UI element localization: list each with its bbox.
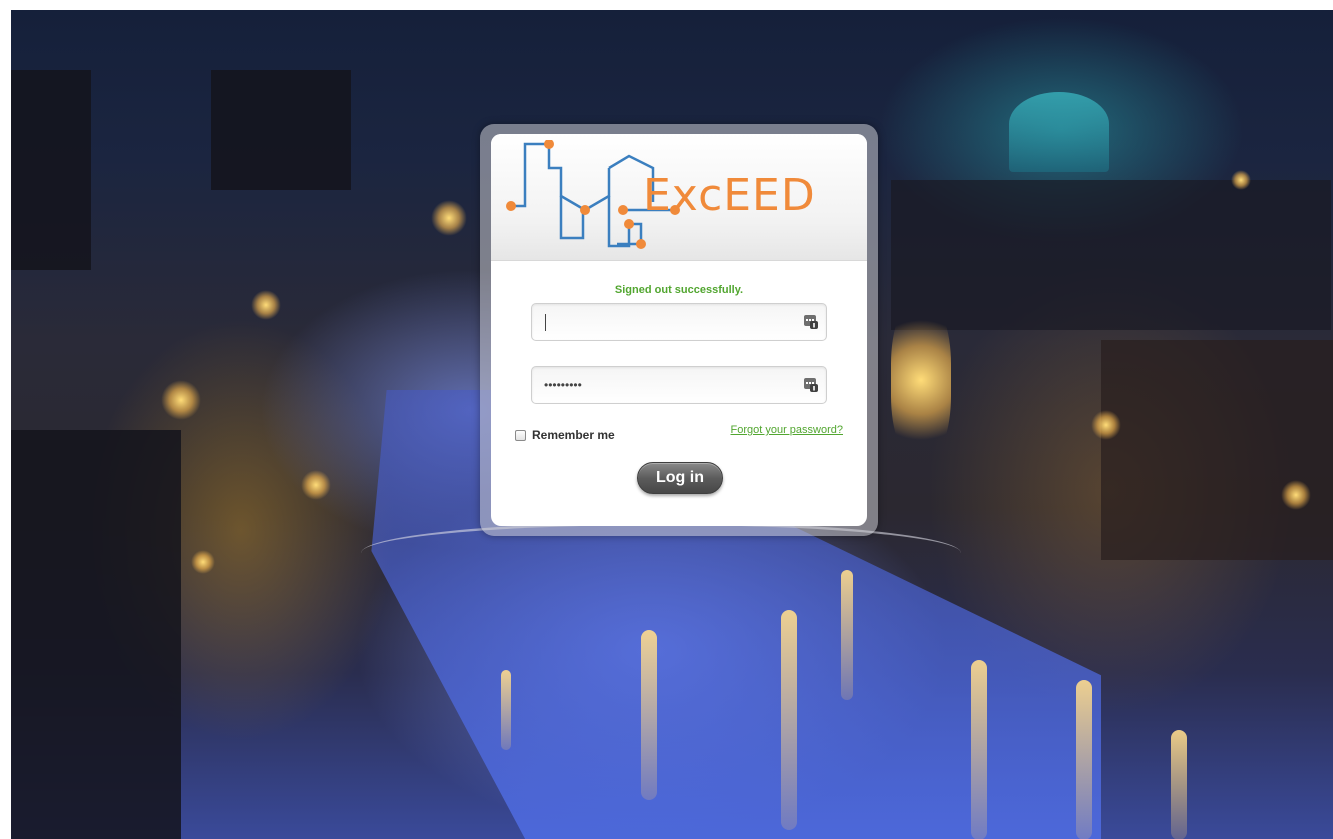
key-credential-icon: [804, 315, 818, 329]
domed-building: [1009, 92, 1109, 172]
login-page: ExcEED Signed out successfully. ••••••••…: [0, 0, 1333, 839]
remember-me-checkbox[interactable]: [515, 430, 526, 441]
email-input[interactable]: [532, 304, 816, 340]
login-button[interactable]: Log in: [637, 462, 723, 494]
email-field[interactable]: [531, 303, 827, 341]
password-input[interactable]: [532, 367, 816, 403]
key-credential-icon: [804, 378, 818, 392]
remember-me-label: Remember me: [532, 428, 615, 442]
card-header: ExcEED: [491, 134, 867, 261]
logo-wordmark: ExcEED: [643, 170, 816, 221]
login-card: ExcEED Signed out successfully. ••••••••…: [491, 134, 867, 526]
password-field[interactable]: •••••••••: [531, 366, 827, 404]
text-caret: [545, 314, 546, 331]
remember-me[interactable]: Remember me: [515, 427, 615, 443]
flash-message: Signed out successfully.: [614, 284, 744, 296]
forgot-password-link[interactable]: Forgot your password?: [731, 424, 844, 436]
